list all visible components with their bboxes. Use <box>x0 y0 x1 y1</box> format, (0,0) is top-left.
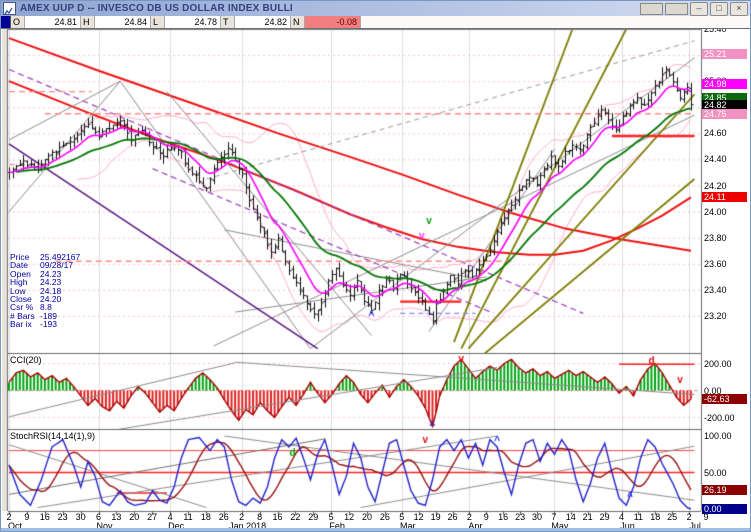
stoch-tick-label: 100.00 <box>704 431 732 441</box>
chart-canvas[interactable] <box>1 1 750 531</box>
quote-field-label: T <box>221 16 235 28</box>
stoch-panel-label: StochRSI(14,14(1),9) <box>10 431 96 441</box>
crosshair-info-panel: Price 25.492167 Date 09/28/17 Open 24.23 High 2… <box>10 253 80 329</box>
quote-field-label: L <box>151 16 165 28</box>
window-bottom-edge <box>1 528 750 531</box>
quote-field-value: -0.08 <box>305 16 361 28</box>
cci-tick-label: 200.00 <box>704 358 732 369</box>
stoch-highlight-label: 26.19 <box>702 484 747 495</box>
quote-field-value: 24.78 <box>165 16 221 28</box>
quote-bar: O 24.81 H 24.84 L 24.78 T 24.82 N -0.08 <box>1 16 750 29</box>
price-tick-label: 23.40 <box>704 284 727 295</box>
quote-field-label: H <box>81 16 95 28</box>
minimize-button[interactable]: – <box>690 1 708 16</box>
cci-highlight-label: -62.63 <box>702 393 747 404</box>
chart-window: AMEX UUP D -- INVESCO DB US DOLLAR INDEX… <box>0 0 751 532</box>
quote-field-label: N <box>291 16 305 28</box>
price-highlight-label: 25.21 <box>702 48 747 59</box>
quote-field-value: 24.82 <box>235 16 291 28</box>
cci-tick-label: -200.00 <box>704 412 735 423</box>
quote-field-label: O <box>11 16 25 28</box>
titlebar-tool-button-1[interactable] <box>640 2 663 15</box>
titlebar-tool-button-2[interactable] <box>665 2 688 15</box>
app-icon <box>3 2 16 15</box>
price-highlight-label: 24.75 <box>702 108 747 119</box>
cci-panel-label: CCI(20) <box>10 355 42 365</box>
info-row-label: Bar ix <box>10 319 32 330</box>
stoch-tick-label: 50.00 <box>704 467 727 478</box>
price-tick-label: 24.60 <box>704 128 727 139</box>
price-tick-label: 24.00 <box>704 206 727 217</box>
stoch-highlight-label: 0.00 <box>702 504 747 514</box>
window-title: AMEX UUP D -- INVESCO DB US DOLLAR INDEX… <box>20 3 293 14</box>
info-row: Bar ix -193 <box>10 319 80 330</box>
maximize-button[interactable]: □ <box>710 1 728 16</box>
title-bar[interactable]: AMEX UUP D -- INVESCO DB US DOLLAR INDEX… <box>1 1 750 16</box>
price-tick-label: 23.60 <box>704 258 727 269</box>
price-highlight-label: 24.11 <box>702 192 747 203</box>
quote-field-value: 24.84 <box>95 16 151 28</box>
price-tick-label: 24.40 <box>704 154 727 165</box>
close-button[interactable]: × <box>730 1 748 16</box>
price-tick-label: 23.20 <box>704 310 727 321</box>
quote-field-value: 24.81 <box>25 16 81 28</box>
info-row-value: -193 <box>40 319 58 330</box>
price-tick-label: 24.20 <box>704 180 727 191</box>
price-tick-label: 23.80 <box>704 232 727 243</box>
price-highlight-label: 24.98 <box>702 78 747 89</box>
series-color-swatch <box>1 16 11 28</box>
